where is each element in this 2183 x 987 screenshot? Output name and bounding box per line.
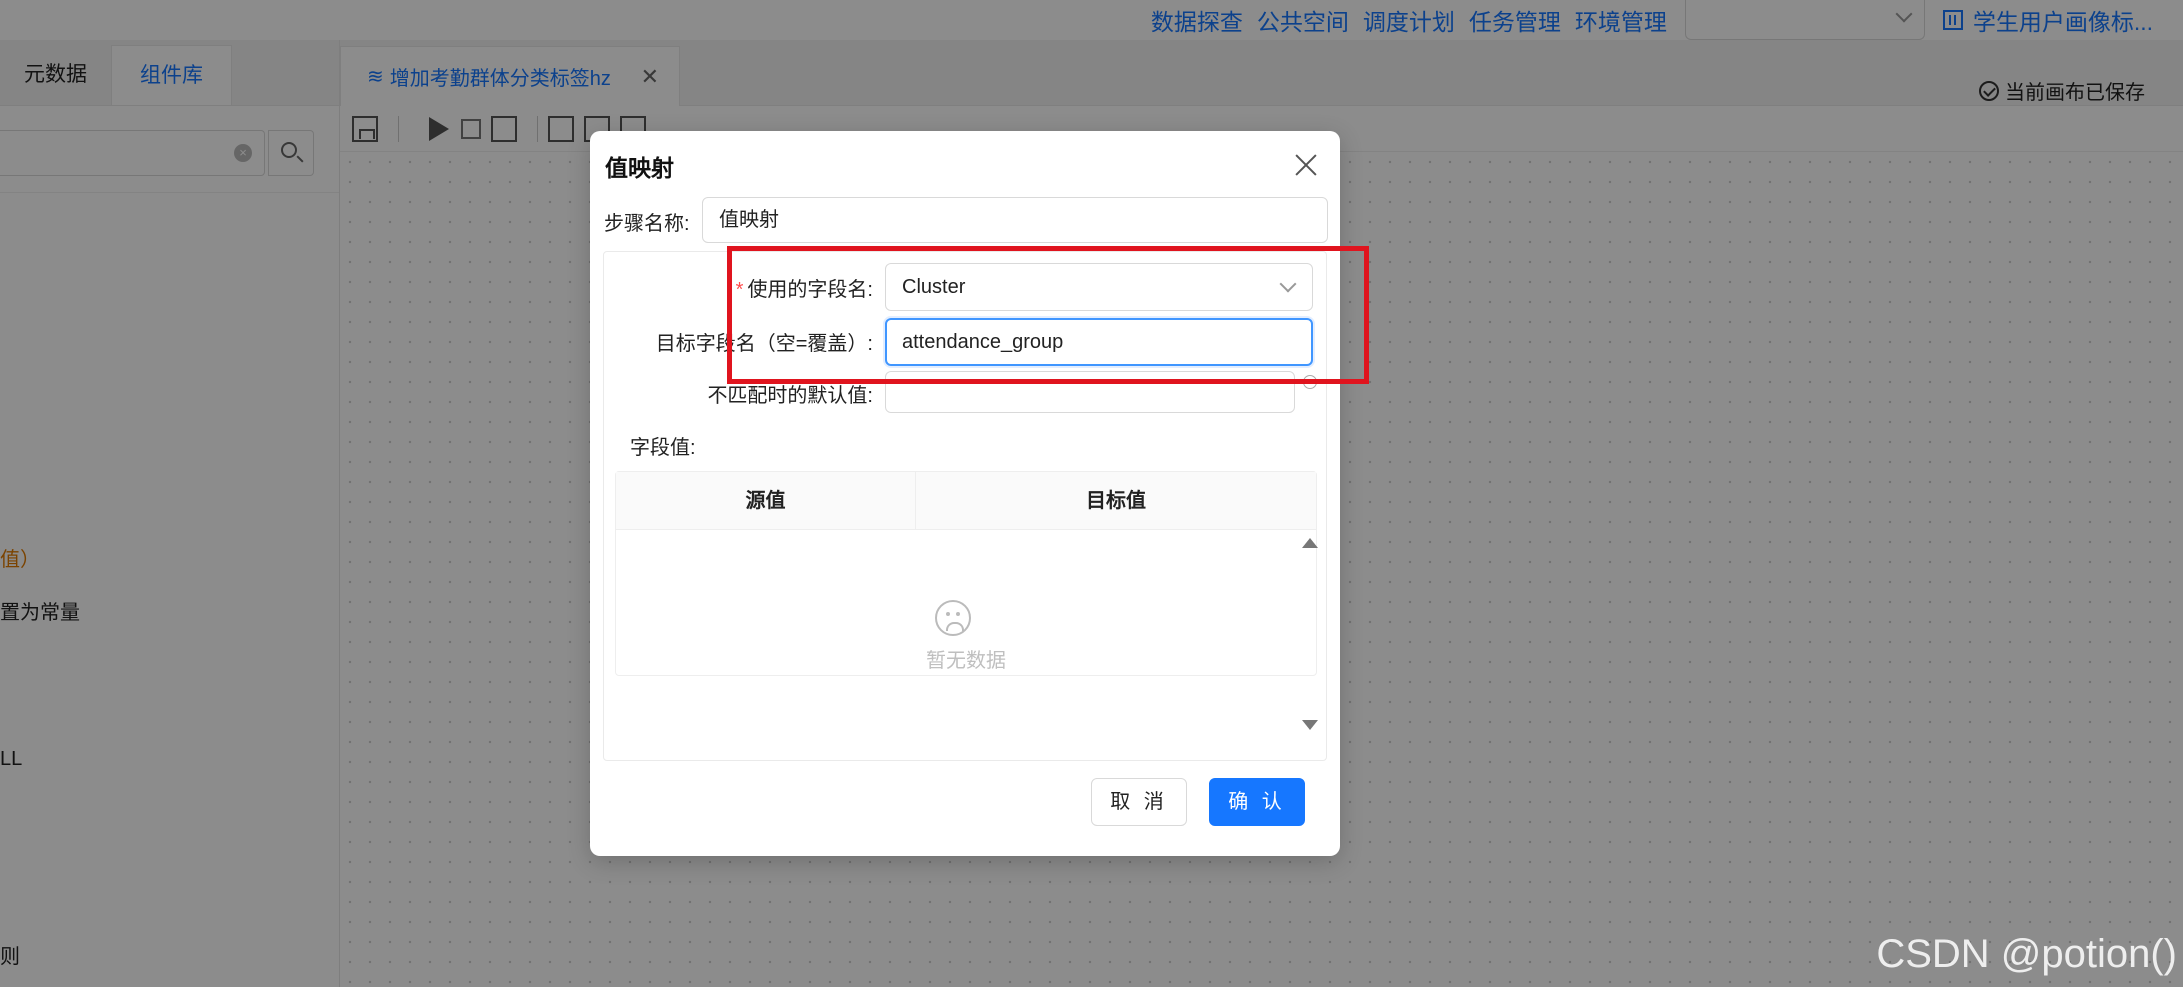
step-name-label: 步骤名称: — [604, 213, 690, 235]
field-values-table: 源值 目标值 暂无数据 — [615, 471, 1318, 730]
column-header-source: 源值 — [616, 472, 916, 530]
table-header: 源值 目标值 — [616, 472, 1316, 530]
annotation-highlight-box — [727, 246, 1369, 384]
value-mapping-dialog: 值映射 步骤名称: 值映射 * 使用的字段名: Cluster 目标字段名（空=覆… — [590, 131, 1340, 856]
cancel-button[interactable]: 取 消 — [1091, 778, 1187, 826]
close-icon[interactable] — [1292, 151, 1320, 179]
empty-text: 暂无数据 — [926, 650, 1006, 672]
watermark: CSDN @potion() — [1876, 932, 2177, 976]
field-values-label: 字段值: — [630, 437, 696, 459]
scroll-up-arrow[interactable] — [1302, 538, 1318, 548]
dialog-title: 值映射 — [605, 155, 674, 181]
confirm-button[interactable]: 确 认 — [1209, 778, 1305, 826]
step-name-input[interactable]: 值映射 — [702, 197, 1328, 243]
empty-frown-icon — [935, 600, 971, 636]
scroll-down-arrow[interactable] — [1302, 720, 1318, 730]
column-header-target: 目标值 — [1086, 490, 1146, 512]
